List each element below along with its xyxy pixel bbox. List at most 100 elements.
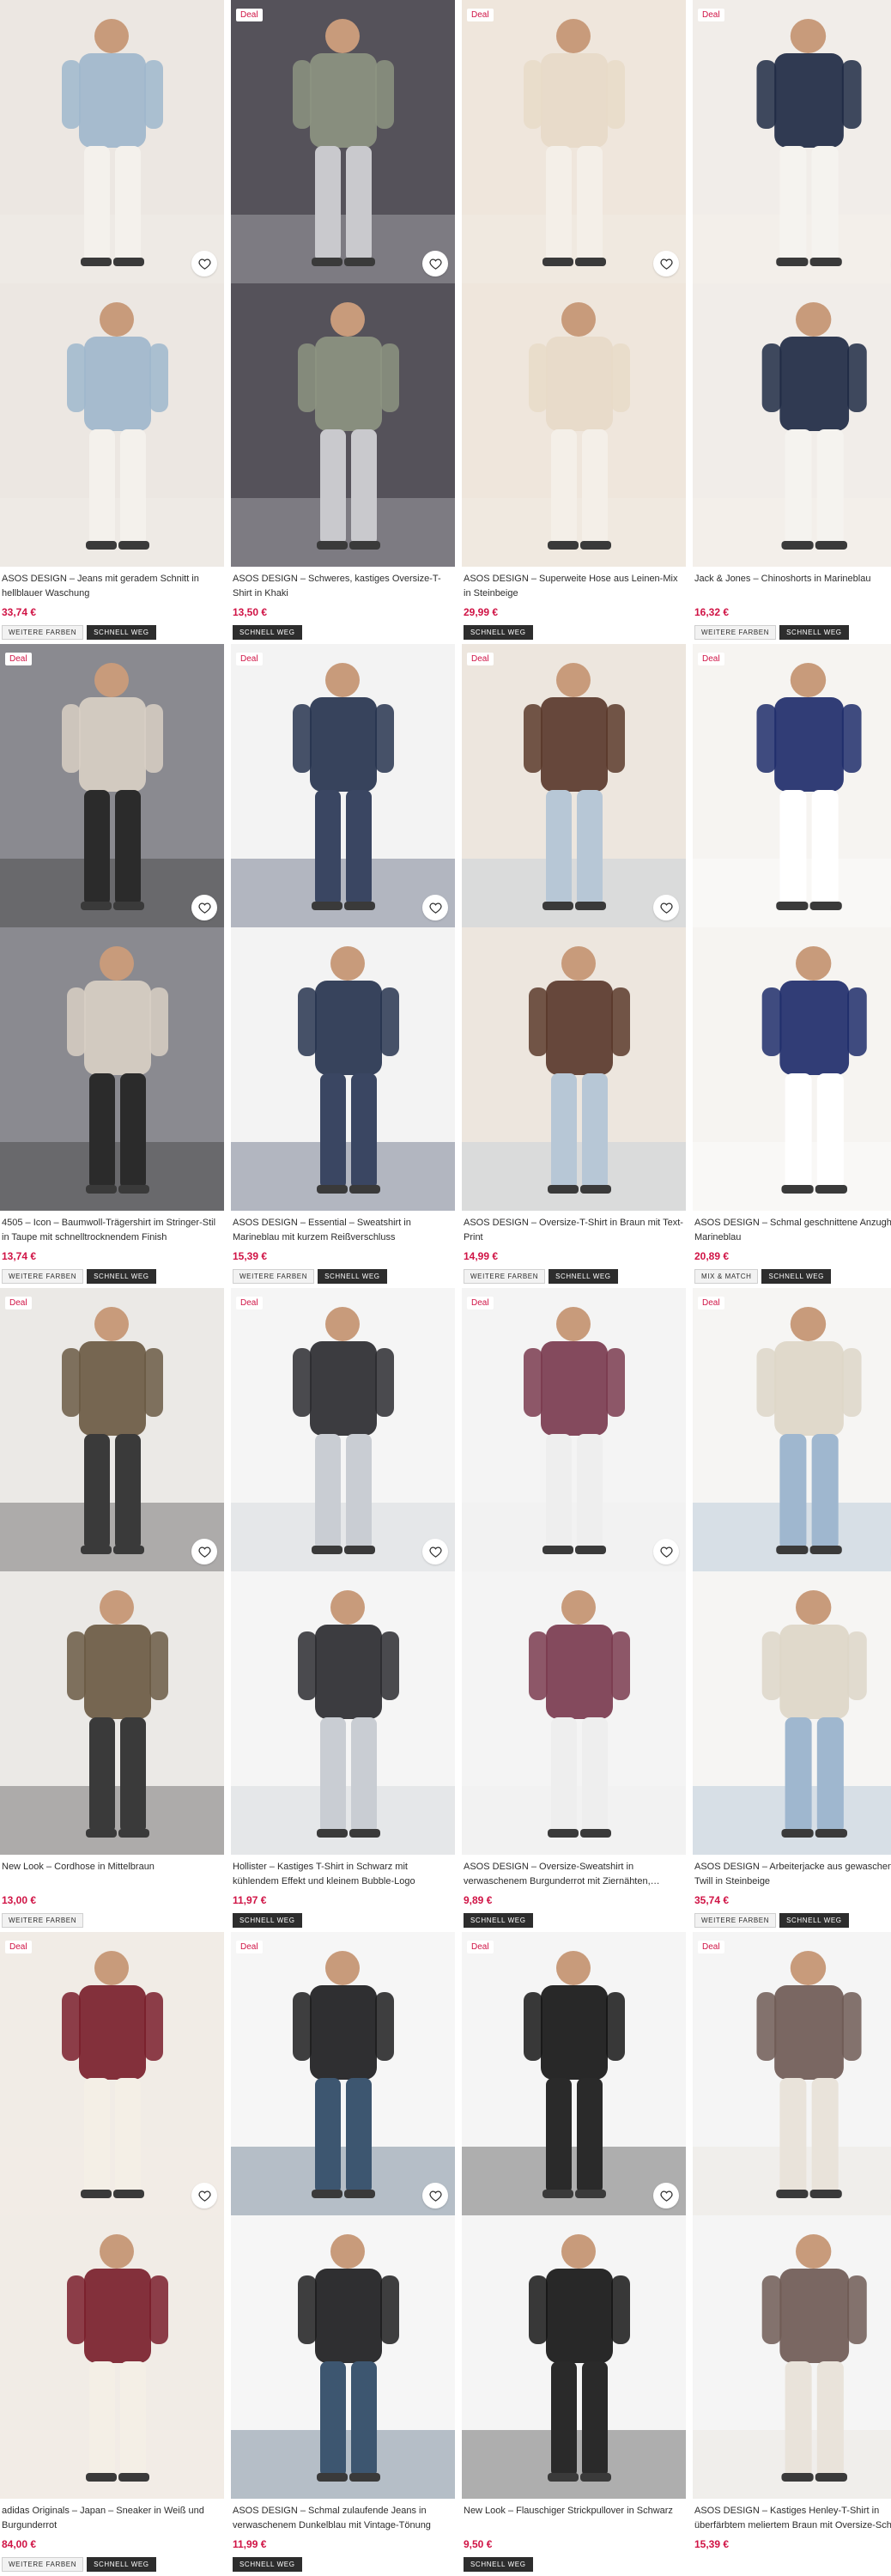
product-image-graphic (231, 1288, 455, 1571)
save-heart-icon[interactable] (653, 895, 679, 920)
product-image[interactable]: Deal (693, 644, 891, 927)
product-image[interactable]: Deal (462, 1932, 686, 2215)
product-title[interactable]: ASOS DESIGN – Oversize-Sweatshirt in ver… (464, 1860, 684, 1889)
product-title[interactable]: ASOS DESIGN – Superweite Hose aus Leinen… (464, 572, 684, 601)
product-card[interactable]: ASOS DESIGN – Jeans mit geradem Schnitt … (0, 0, 224, 644)
product-card[interactable]: Deal adidas Originals – Japan – Sneaker … (0, 1932, 224, 2576)
product-card[interactable]: Deal ASOS DESIGN – Kastiges Henley-T-Shi… (693, 1932, 891, 2576)
product-card[interactable]: Deal ASOS DESIGN – Schweres, kastiges Ov… (231, 0, 455, 644)
save-heart-icon[interactable] (422, 895, 448, 920)
product-badge[interactable]: WEITERE FARBEN (464, 1269, 546, 1284)
product-image-alt[interactable] (231, 283, 455, 567)
product-title[interactable]: ASOS DESIGN – Jeans mit geradem Schnitt … (2, 572, 222, 601)
save-heart-icon[interactable] (191, 895, 217, 920)
product-image[interactable]: Deal (462, 1288, 686, 1571)
product-image[interactable]: Deal (693, 1288, 891, 1571)
product-image-graphic (462, 927, 686, 1211)
product-image-graphic (231, 283, 455, 567)
product-title[interactable]: New Look – Cordhose in Mittelbraun (2, 1860, 222, 1889)
product-price: 11,99 € (233, 2538, 267, 2550)
product-image[interactable]: Deal (231, 1932, 455, 2215)
product-image[interactable]: Deal (231, 1288, 455, 1571)
product-title[interactable]: ASOS DESIGN – Kastiges Henley-T-Shirt in… (694, 2504, 891, 2533)
product-card[interactable]: Deal ASOS DESIGN – Schmal zulaufende Jea… (231, 1932, 455, 2576)
product-image[interactable]: Deal (0, 1932, 224, 2215)
product-title[interactable]: ASOS DESIGN – Schmal geschnittene Anzugh… (694, 1216, 891, 1245)
product-image-graphic (693, 1932, 891, 2215)
product-image[interactable]: Deal (693, 1932, 891, 2215)
product-image[interactable]: Deal (0, 1288, 224, 1571)
product-image-alt[interactable] (693, 283, 891, 567)
product-card[interactable]: Deal ASOS DESIGN – Superweite Hose aus L… (462, 0, 686, 644)
product-image[interactable]: Deal (0, 644, 224, 927)
product-card[interactable]: Deal ASOS DESIGN – Oversize-Sweatshirt i… (462, 1288, 686, 1932)
product-image-alt[interactable] (693, 1571, 891, 1855)
product-card[interactable]: Deal ASOS DESIGN – Essential – Sweatshir… (231, 644, 455, 1288)
product-image[interactable]: Deal (462, 0, 686, 283)
product-card[interactable]: Deal Hollister – Kastiges T-Shirt in Sch… (231, 1288, 455, 1932)
product-title[interactable]: 4505 – Icon – Baumwoll-Trägershirt im St… (2, 1216, 222, 1245)
product-card[interactable]: Deal ASOS DESIGN – Oversize-T-Shirt in B… (462, 644, 686, 1288)
save-heart-icon[interactable] (191, 251, 217, 276)
save-heart-icon[interactable] (422, 2183, 448, 2208)
product-badge[interactable]: WEITERE FARBEN (694, 1913, 777, 1928)
product-image-alt[interactable] (693, 927, 891, 1211)
product-card[interactable]: Deal Jack & Jones – Chinoshorts in Marin… (693, 0, 891, 644)
product-image-alt[interactable] (231, 927, 455, 1211)
product-title[interactable]: New Look – Flauschiger Strickpullover in… (464, 2504, 684, 2533)
save-heart-icon[interactable] (653, 1539, 679, 1564)
product-card[interactable]: Deal New Look – Cordhose in Mittelbraun 1… (0, 1288, 224, 1932)
product-title[interactable]: ASOS DESIGN – Essential – Sweatshirt in … (233, 1216, 453, 1245)
product-card[interactable]: Deal ASOS DESIGN – Arbeiterjacke aus gew… (693, 1288, 891, 1932)
save-heart-icon[interactable] (422, 1539, 448, 1564)
product-badge: SCHNELL WEG (233, 625, 302, 640)
product-image-alt[interactable] (0, 283, 224, 567)
product-title[interactable]: Jack & Jones – Chinoshorts in Marineblau (694, 572, 891, 601)
product-title[interactable]: Hollister – Kastiges T-Shirt in Schwarz … (233, 1860, 453, 1889)
product-image[interactable]: Deal (462, 644, 686, 927)
product-image-alt[interactable] (0, 1571, 224, 1855)
product-title[interactable]: ASOS DESIGN – Schmal zulaufende Jeans in… (233, 2504, 453, 2533)
product-badge[interactable]: WEITERE FARBEN (2, 625, 84, 640)
product-image-alt[interactable] (462, 283, 686, 567)
product-card[interactable]: Deal New Look – Flauschiger Strickpullov… (462, 1932, 686, 2576)
product-badges: SCHNELL WEG (464, 1913, 684, 1928)
save-heart-icon[interactable] (422, 251, 448, 276)
product-image-alt[interactable] (462, 2215, 686, 2499)
product-badge[interactable]: WEITERE FARBEN (2, 1269, 84, 1284)
product-image-alt[interactable] (462, 927, 686, 1211)
product-title[interactable]: adidas Originals – Japan – Sneaker in We… (2, 2504, 222, 2533)
product-info: ASOS DESIGN – Jeans mit geradem Schnitt … (0, 567, 224, 640)
product-badge[interactable]: WEITERE FARBEN (694, 625, 777, 640)
product-badge[interactable]: WEITERE FARBEN (2, 1913, 84, 1928)
deal-badge: Deal (236, 653, 263, 665)
product-image-alt[interactable] (0, 2215, 224, 2499)
product-image-alt[interactable] (231, 2215, 455, 2499)
product-badge[interactable]: MIX & MATCH (694, 1269, 759, 1284)
product-image[interactable]: Deal (693, 0, 891, 283)
product-image-graphic (462, 0, 686, 283)
product-image[interactable] (0, 0, 224, 283)
save-heart-icon[interactable] (653, 251, 679, 276)
save-heart-icon[interactable] (191, 2183, 217, 2208)
product-image-alt[interactable] (231, 1571, 455, 1855)
product-card[interactable]: Deal 4505 – Icon – Baumwoll-Trägershirt … (0, 644, 224, 1288)
save-heart-icon[interactable] (653, 2183, 679, 2208)
product-badge[interactable]: WEITERE FARBEN (2, 2557, 84, 2572)
product-card[interactable]: Deal ASOS DESIGN – Schmal geschnittene A… (693, 644, 891, 1288)
product-image[interactable]: Deal (231, 0, 455, 283)
save-heart-icon[interactable] (191, 1539, 217, 1564)
product-image[interactable]: Deal (231, 644, 455, 927)
product-image-alt[interactable] (693, 2215, 891, 2499)
product-image-graphic (231, 927, 455, 1211)
product-info: ASOS DESIGN – Oversize-T-Shirt in Braun … (462, 1211, 686, 1284)
product-image-alt[interactable] (462, 1571, 686, 1855)
product-price: 9,89 € (464, 1894, 493, 1906)
product-badge[interactable]: WEITERE FARBEN (233, 1269, 315, 1284)
product-image-graphic (231, 0, 455, 283)
product-title[interactable]: ASOS DESIGN – Oversize-T-Shirt in Braun … (464, 1216, 684, 1245)
product-badges: MIX & MATCH SCHNELL WEG (694, 1269, 891, 1284)
product-image-alt[interactable] (0, 927, 224, 1211)
product-title[interactable]: ASOS DESIGN – Schweres, kastiges Oversiz… (233, 572, 453, 601)
product-title[interactable]: ASOS DESIGN – Arbeiterjacke aus gewasche… (694, 1860, 891, 1889)
